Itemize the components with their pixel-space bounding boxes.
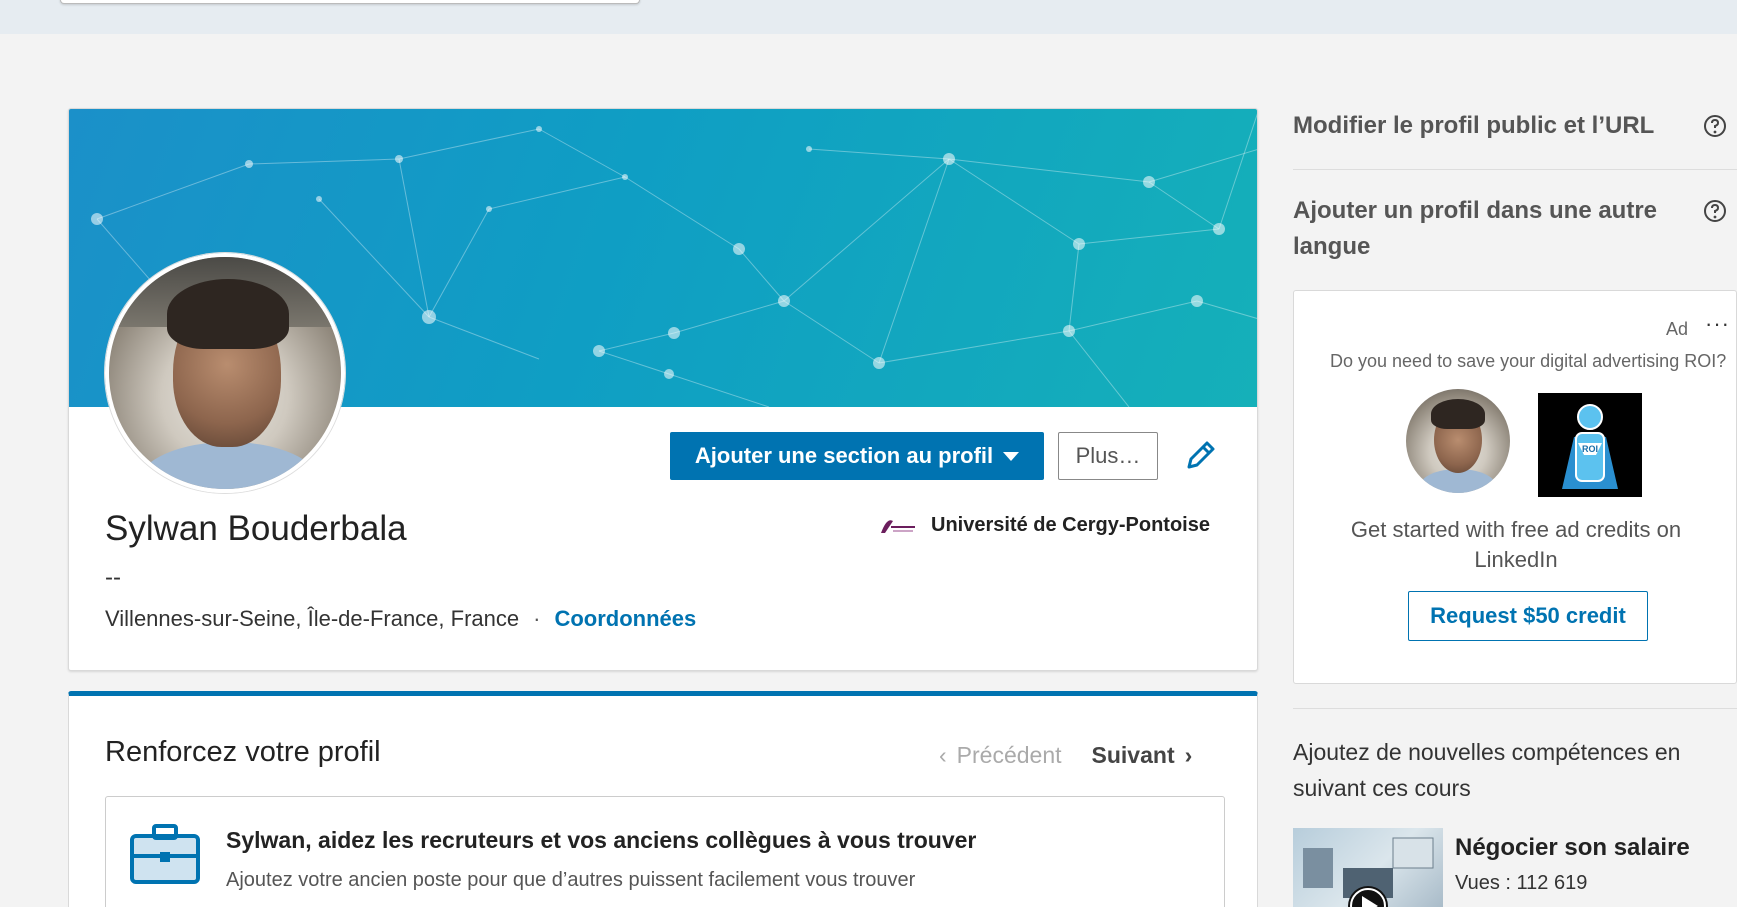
course-video-thumbnail [1303, 837, 1434, 907]
help-icon[interactable] [1703, 199, 1727, 223]
divider [1293, 169, 1737, 170]
ad-label: Ad [1665, 319, 1688, 339]
top-bar [0, 0, 1737, 34]
profile-card: Ajouter une section au profil Plus… Sylw… [68, 108, 1258, 671]
ad-user-avatar [1406, 389, 1510, 493]
course-title[interactable]: Négocier son salaire [1455, 834, 1690, 862]
suggestion-text: Ajoutez votre ancien poste pour que d’au… [226, 869, 916, 891]
add-language-profile-link[interactable]: Ajouter un profil dans une autre langue [1293, 193, 1673, 265]
profile-photo[interactable] [105, 253, 345, 493]
edit-public-profile-link[interactable]: Modifier le profil public et l’URL [1293, 108, 1673, 144]
location-row: Villennes-sur-Seine, Île-de-France, Fran… [105, 606, 696, 632]
strengthen-profile-card: Renforcez votre profil ‹ Précédent Suiva… [68, 691, 1258, 907]
caret-down-icon [1003, 451, 1020, 461]
pager: ‹ Précédent Suivant › [939, 742, 1192, 769]
education-item[interactable]: Université de Cergy-Pontoise [879, 513, 1210, 537]
suggestion-card[interactable]: Sylwan, aidez les recruteurs et vos anci… [105, 796, 1225, 907]
search-dropdown-edge [60, 0, 640, 4]
strengthen-title: Renforcez votre profil [105, 736, 381, 768]
previous-label: Précédent [956, 742, 1062, 768]
profile-headline: -- [105, 564, 121, 591]
request-credit-button[interactable]: Request $50 credit [1408, 591, 1648, 641]
previous-button[interactable]: ‹ Précédent [939, 742, 1062, 769]
briefcase-icon [130, 824, 200, 884]
suggestion-title: Sylwan, aidez les recruteurs et vos anci… [226, 827, 977, 853]
ad-card: Ad ··· Do you need to save your digital … [1293, 290, 1737, 684]
contact-info-link[interactable]: Coordonnées [554, 606, 696, 632]
roi-hero-icon: ROI [1538, 393, 1642, 497]
next-button[interactable]: Suivant › [1092, 742, 1193, 769]
chevron-right-icon: › [1184, 742, 1193, 768]
ad-body: Get started with free ad credits on Link… [1350, 517, 1682, 572]
profile-location: Villennes-sur-Seine, Île-de-France, Fran… [105, 606, 520, 631]
ad-question: Do you need to save your digital adverti… [1330, 351, 1727, 371]
next-label: Suivant [1091, 742, 1175, 768]
more-button[interactable]: Plus… [1058, 432, 1158, 480]
add-profile-section-button[interactable]: Ajouter une section au profil [670, 432, 1044, 480]
divider [1293, 708, 1737, 709]
course-views: Vues : 112 619 [1455, 872, 1588, 894]
school-logo-icon [881, 520, 915, 533]
photo-hair [1431, 399, 1485, 429]
school-name: Université de Cergy-Pontoise [931, 513, 1210, 536]
more-options-icon[interactable]: ··· [1705, 311, 1730, 337]
add-profile-section-label: Ajouter une section au profil [694, 443, 994, 468]
separator: · [533, 606, 541, 631]
pencil-icon[interactable] [1183, 439, 1217, 473]
chevron-left-icon: ‹ [939, 742, 947, 768]
roi-badge-text: ROI [1582, 444, 1598, 454]
courses-title: Ajoutez de nouvelles compétences en suiv… [1293, 739, 1681, 801]
profile-name: Sylwan Bouderbala [105, 509, 407, 548]
photo-hair [167, 279, 289, 349]
help-icon[interactable] [1703, 114, 1727, 138]
photo-shirt [139, 442, 319, 489]
course-thumbnail[interactable] [1293, 828, 1443, 907]
